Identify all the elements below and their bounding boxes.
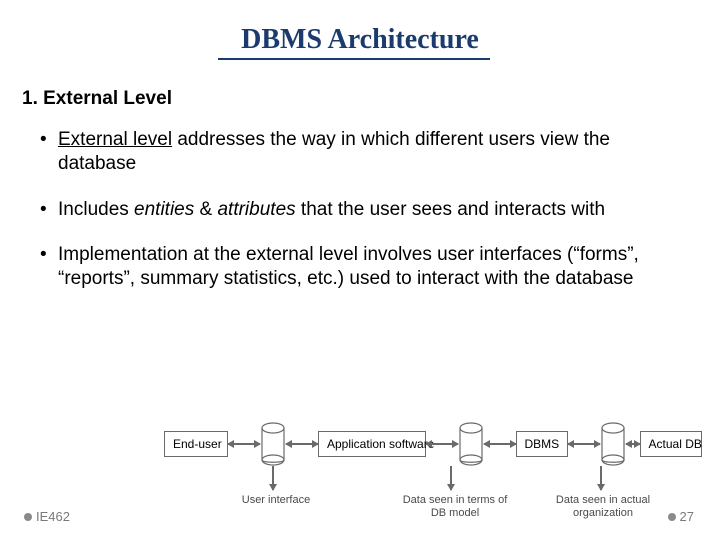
diagram-box-enduser: End-user	[164, 431, 228, 457]
cylinder-icon	[260, 422, 286, 466]
diagram-box-actualdb: Actual DB	[640, 431, 702, 457]
bullet-text: Implementation at the external level inv…	[58, 244, 639, 289]
bullet-text: &	[194, 199, 217, 220]
footer-course: IE462	[24, 509, 70, 524]
course-code: IE462	[36, 509, 70, 524]
arrow-down-icon	[450, 466, 452, 490]
section-heading: 1. External Level	[22, 88, 720, 110]
diagram-caption: Data seen in terms of DB model	[400, 494, 510, 519]
footer-page: 27	[668, 509, 694, 524]
bullet-item: Includes entities & attributes that the …	[40, 198, 690, 222]
bullet-item: Implementation at the external level inv…	[40, 243, 690, 291]
bullet-italic-text: attributes	[217, 199, 295, 220]
diagram-caption: User interface	[236, 494, 316, 507]
slide-title: DBMS Architecture	[0, 0, 720, 66]
bullet-italic-text: entities	[134, 199, 194, 220]
diagram-caption: Data seen in actual organization	[548, 494, 658, 519]
bullet-list: External level addresses the way in whic…	[40, 128, 690, 291]
bullet-disc-icon	[24, 513, 32, 521]
arrow-down-icon	[600, 466, 602, 490]
bullet-item: External level addresses the way in whic…	[40, 128, 690, 176]
diagram-box-dbms: DBMS	[516, 431, 568, 457]
bullet-text: Includes	[58, 199, 134, 220]
diagram-box-appsoftware: Application software	[318, 431, 426, 457]
page-number: 27	[680, 509, 694, 524]
arrow-down-icon	[272, 466, 274, 490]
cylinder-icon	[600, 422, 626, 466]
bullet-text: that the user sees and interacts with	[296, 199, 605, 220]
architecture-diagram: End-user Application software DBMS Actua…	[164, 414, 702, 526]
bullet-disc-icon	[668, 513, 676, 521]
cylinder-icon	[458, 422, 484, 466]
bullet-underline-text: External level	[58, 129, 172, 150]
